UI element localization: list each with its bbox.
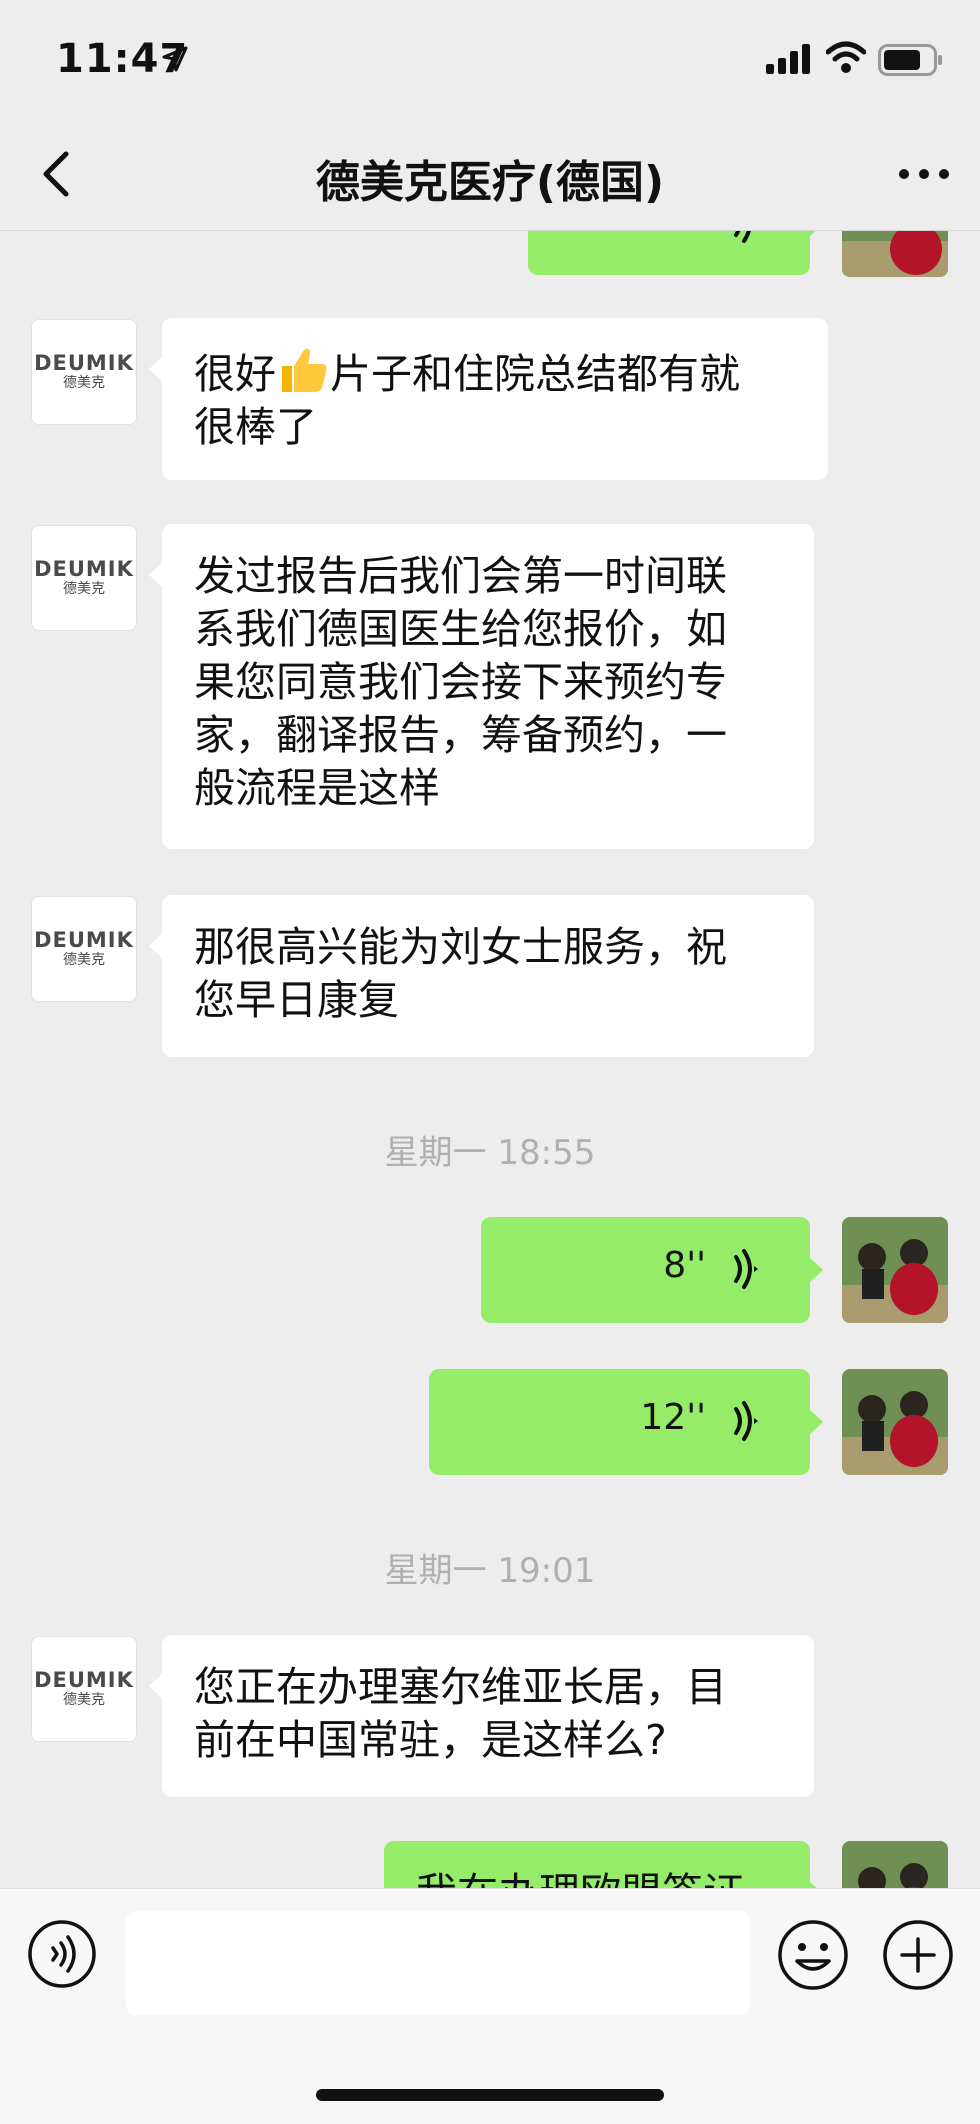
contact-logo-sub: 德美克 <box>63 1692 105 1708</box>
message-text: 片子和住院总结都有就 <box>330 350 740 398</box>
status-bar: 11:47 <box>0 0 980 118</box>
contact-logo-text: DEUMIK <box>34 557 134 581</box>
user-avatar[interactable] <box>842 231 948 277</box>
signal-icon <box>766 44 810 74</box>
chat-title: 德美克医疗(德国) <box>315 157 665 208</box>
message-text: 我在办理欧盟签证 <box>416 1869 744 1888</box>
user-avatar[interactable] <box>842 1841 948 1888</box>
battery-icon <box>878 44 942 76</box>
message-text: 您早日康复 <box>194 976 399 1024</box>
emoji-icon[interactable] <box>777 1919 849 1991</box>
contact-avatar[interactable]: DEUMIK 德美克 <box>31 319 137 425</box>
chat-header: 德美克医疗(德国) <box>0 118 980 231</box>
voice-duration: 8'' <box>663 1245 706 1286</box>
contact-logo-sub: 德美克 <box>63 952 105 968</box>
message-text: 家，翻译报告，筹备预约，一 <box>194 711 727 759</box>
user-avatar[interactable] <box>842 1369 948 1475</box>
contact-logo-text: DEUMIK <box>34 1668 134 1692</box>
plus-icon[interactable] <box>882 1919 954 1991</box>
received-message[interactable]: 很好 片子和住院总结都有就 很棒了 <box>149 318 828 480</box>
message-input[interactable] <box>126 1911 750 2015</box>
chat-history[interactable]: DEUMIK 德美克 很好 片子和住院总结都有就 很棒了 DEUMIK 德美克 … <box>0 231 980 1888</box>
voice-wave-icon <box>734 231 751 243</box>
message-text: 很棒了 <box>194 403 317 451</box>
sent-message-partial[interactable]: 我在办理欧盟签证 <box>384 1841 823 1888</box>
message-text: 系我们德国医生给您报价，如 <box>194 605 727 653</box>
message-text: 果您同意我们会接下来预约专 <box>194 658 727 706</box>
message-text: 您正在办理塞尔维亚长居，目 <box>194 1663 727 1711</box>
received-message[interactable]: 您正在办理塞尔维亚长居，目 前在中国常驻，是这样么? <box>149 1635 814 1797</box>
chat-timestamp: 星期一 19:01 <box>384 1551 596 1591</box>
contact-logo-sub: 德美克 <box>63 581 105 597</box>
voice-wave-icon <box>734 1249 758 1289</box>
voice-message[interactable]: 12'' <box>429 1369 823 1475</box>
message-text: 般流程是这样 <box>194 764 440 812</box>
contact-logo-text: DEUMIK <box>34 351 134 375</box>
thumbs-up-icon <box>282 348 327 392</box>
voice-message[interactable]: 8'' <box>481 1217 823 1323</box>
voice-input-icon[interactable] <box>27 1919 97 1989</box>
contact-logo-text: DEUMIK <box>34 928 134 952</box>
home-indicator[interactable] <box>316 2089 664 2101</box>
message-text: 很好 <box>194 350 276 398</box>
voice-duration: 12'' <box>640 1397 706 1438</box>
user-avatar[interactable] <box>842 1217 948 1323</box>
location-arrow-icon <box>162 46 188 72</box>
received-message[interactable]: 那很高兴能为刘女士服务，祝 您早日康复 <box>149 895 814 1057</box>
voice-wave-icon <box>734 1401 758 1441</box>
contact-avatar[interactable]: DEUMIK 德美克 <box>31 1636 137 1742</box>
message-text: 发过报告后我们会第一时间联 <box>194 552 727 600</box>
more-dots-icon[interactable] <box>892 144 956 204</box>
received-message[interactable]: 发过报告后我们会第一时间联 系我们德国医生给您报价，如 果您同意我们会接下来预约… <box>149 524 814 849</box>
chat-timestamp: 星期一 18:55 <box>384 1133 596 1173</box>
contact-avatar[interactable]: DEUMIK 德美克 <box>31 896 137 1002</box>
wifi-icon <box>826 41 866 73</box>
voice-message-partial[interactable] <box>528 231 823 275</box>
contact-logo-sub: 德美克 <box>63 375 105 391</box>
input-bar <box>0 1888 980 2124</box>
message-text: 前在中国常驻，是这样么? <box>194 1716 667 1764</box>
contact-avatar[interactable]: DEUMIK 德美克 <box>31 525 137 631</box>
message-text: 那很高兴能为刘女士服务，祝 <box>194 923 727 971</box>
